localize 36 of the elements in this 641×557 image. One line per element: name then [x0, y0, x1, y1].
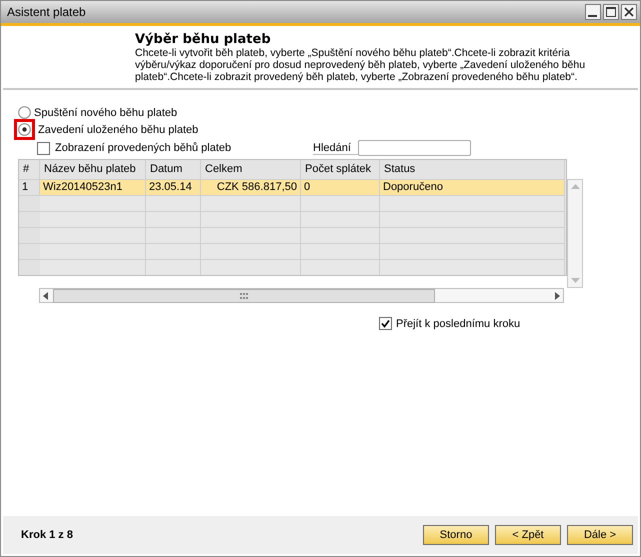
- footer-button[interactable]: Dále >: [567, 525, 633, 545]
- scroll-thumb[interactable]: [53, 288, 435, 302]
- checkbox[interactable]: [379, 317, 392, 330]
- page-heading: Výběr běhu plateb: [135, 32, 272, 47]
- radio-button[interactable]: [18, 123, 31, 136]
- table-cell: 23.05.14: [146, 179, 201, 195]
- table-cell: 0: [301, 179, 380, 195]
- description-text: Chcete-li vytvořit běh plateb, vyberte „Spuštění nového běhu plateb“.Chcete-li zobrazit kritéria výběru/výkaz doporučení pro dosud neprovedený běh plateb, vyberte „Zavedení uloženého běhu plateb“.Chcete-li zobrazit provedený běh plateb, vyberte „Zobrazení provedeného běhu plateb“.: [135, 47, 586, 83]
- row-number: 1: [19, 179, 40, 195]
- table-cell: CZK 586.817,50: [201, 179, 301, 195]
- scroll-left-icon[interactable]: [43, 292, 48, 300]
- close-icon[interactable]: [621, 4, 637, 20]
- grip-icon: [240, 292, 248, 298]
- checkbox-label[interactable]: Zobrazení provedených běhů plateb: [55, 142, 232, 154]
- radio-button[interactable]: [18, 106, 31, 119]
- footer-button[interactable]: < Zpět: [495, 525, 561, 545]
- radio-label[interactable]: Zavedení uloženého běhu plateb: [38, 124, 198, 136]
- column-header[interactable]: #: [19, 160, 40, 179]
- window-title: Asistent plateb: [7, 5, 86, 19]
- footer-button[interactable]: Storno: [423, 525, 489, 545]
- step-indicator: Krok 1 z 8: [21, 529, 74, 541]
- column-header[interactable]: Datum: [146, 160, 201, 179]
- horizontal-scrollbar[interactable]: [39, 288, 564, 303]
- table-cell: Doporučeno: [380, 179, 565, 195]
- column-header[interactable]: Celkem: [201, 160, 301, 179]
- column-header[interactable]: Status: [380, 160, 565, 179]
- minimize-icon[interactable]: [585, 4, 601, 20]
- table-cell: Wiz20140523n1: [40, 179, 146, 195]
- scroll-right-icon[interactable]: [555, 292, 560, 300]
- column-header[interactable]: Počet splátek: [301, 160, 380, 179]
- checkbox-label[interactable]: Přejít k poslednímu kroku: [396, 318, 520, 330]
- checkbox[interactable]: [37, 142, 50, 154]
- radio-label[interactable]: Spuštění nového běhu plateb: [34, 106, 178, 118]
- maximize-icon[interactable]: [603, 4, 619, 20]
- search-field[interactable]: [358, 140, 471, 156]
- column-header[interactable]: Název běhu plateb: [40, 160, 146, 179]
